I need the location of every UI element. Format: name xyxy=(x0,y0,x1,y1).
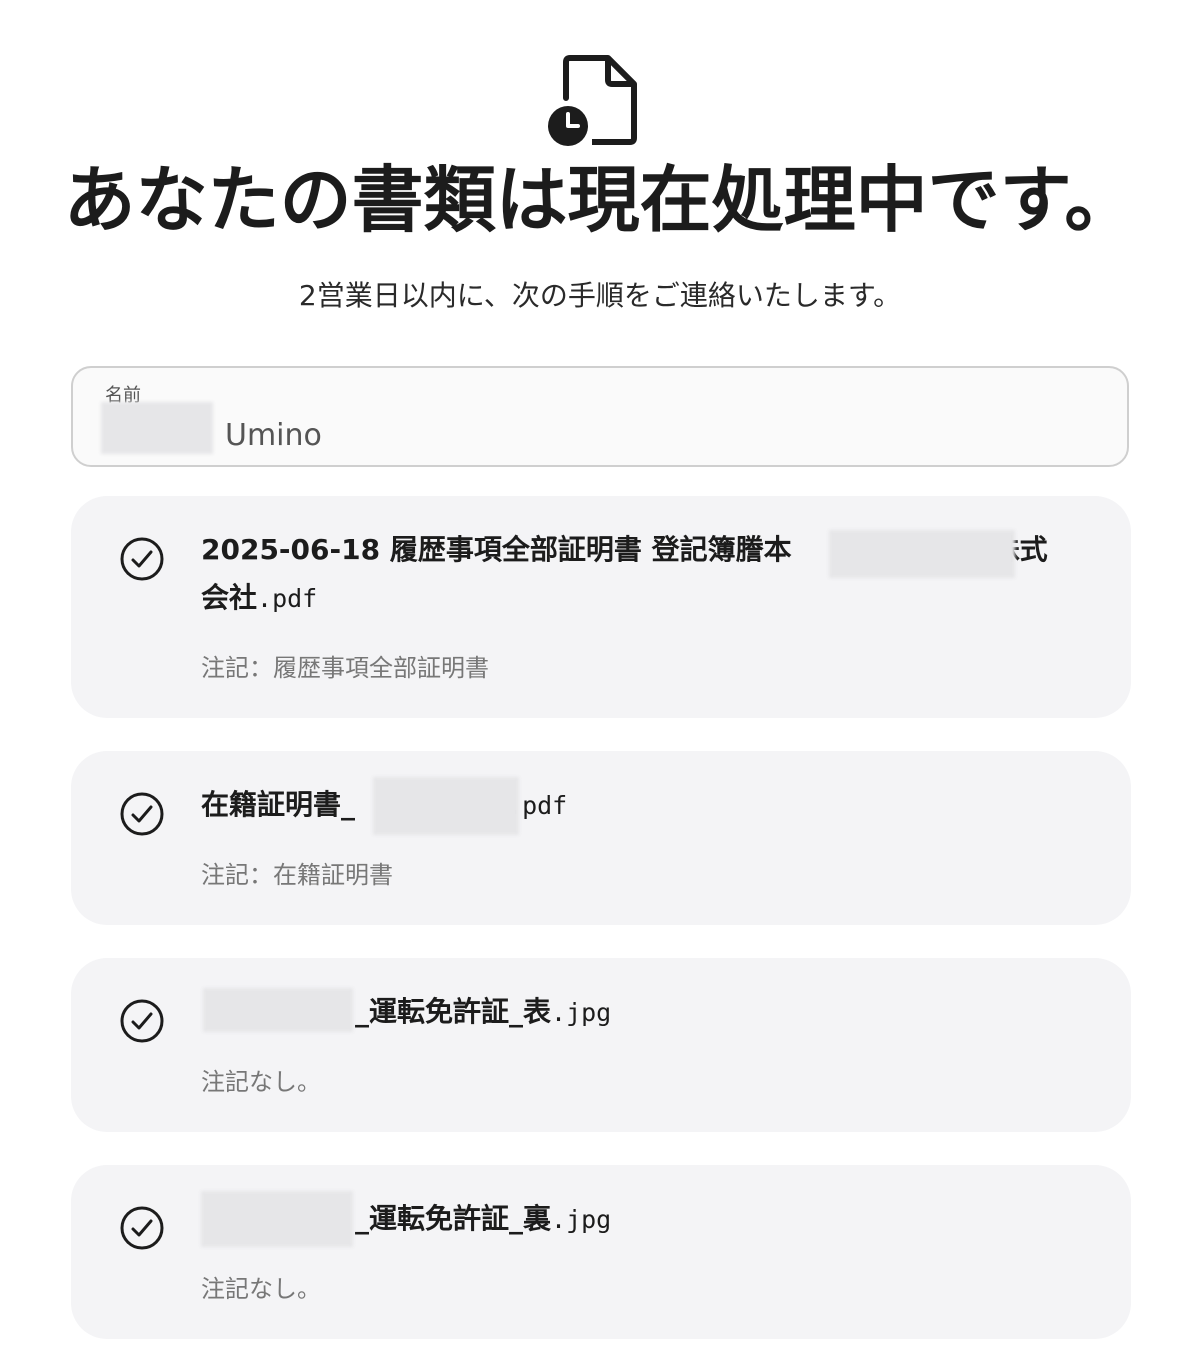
check-circle-icon xyxy=(120,1206,164,1250)
page-subtitle: 2営業日以内に、次の手順をご連絡いたします。 xyxy=(298,279,902,312)
page-title: あなたの書類は現在処理中です。 xyxy=(63,158,1137,242)
redacted-area xyxy=(373,777,519,835)
document-filename: 在籍証明書_ .pdf xyxy=(201,788,568,821)
document-note: 注記なし。 xyxy=(201,1068,321,1096)
check-circle-icon xyxy=(120,999,164,1043)
document-clock-icon xyxy=(548,55,637,146)
name-field[interactable]: 名前 Umino xyxy=(71,366,1129,467)
document-card: 2025-06-18 履歴事項全部証明書 登記簿謄本 株式 会社.pdf 注記：履… xyxy=(71,496,1131,718)
document-note: 注記なし。 xyxy=(201,1275,321,1303)
document-card: 在籍証明書_ .pdf 注記：在籍証明書 xyxy=(71,751,1131,925)
document-note: 注記：履歴事項全部証明書 xyxy=(201,654,489,682)
redacted-area xyxy=(101,402,213,454)
check-circle-icon xyxy=(120,792,164,836)
redacted-area xyxy=(201,1191,353,1247)
check-circle-icon xyxy=(120,537,164,581)
document-note: 注記：在籍証明書 xyxy=(201,861,393,889)
redacted-area xyxy=(203,988,353,1032)
document-card: _運転免許証_表.jpg 注記なし。 xyxy=(71,958,1131,1132)
redacted-area xyxy=(829,530,1015,578)
document-card: _運転免許証_裏.jpg 注記なし。 xyxy=(71,1165,1131,1339)
